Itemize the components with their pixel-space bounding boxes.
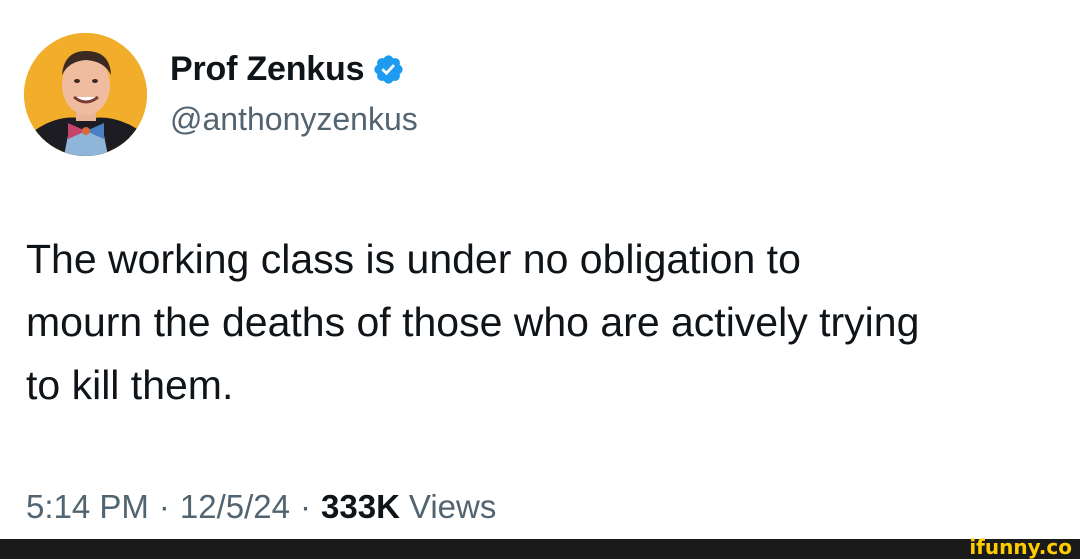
watermark-bar: ifunny.co bbox=[0, 535, 1080, 559]
views-count: 333K bbox=[321, 488, 400, 525]
tweet-text: The working class is under no obligation… bbox=[26, 236, 920, 408]
author-display-name[interactable]: Prof Zenkus bbox=[170, 50, 364, 89]
meta-separator: · bbox=[158, 488, 170, 525]
tweet-date[interactable]: 12/5/24 bbox=[180, 488, 290, 526]
tweet-meta: 5:14 PM · 12/5/24 · 333K Views bbox=[26, 488, 496, 526]
avatar[interactable] bbox=[24, 33, 147, 156]
author-handle[interactable]: @anthonyzenkus bbox=[170, 101, 418, 138]
tweet-time[interactable]: 5:14 PM bbox=[26, 488, 149, 526]
ifunny-watermark: ifunny.co bbox=[969, 535, 1072, 559]
meta-separator: · bbox=[300, 488, 312, 525]
avatar-image bbox=[24, 33, 147, 156]
views-label: Views bbox=[408, 488, 497, 525]
verified-badge-icon bbox=[372, 53, 405, 86]
author-name-row: Prof Zenkus bbox=[170, 50, 405, 89]
